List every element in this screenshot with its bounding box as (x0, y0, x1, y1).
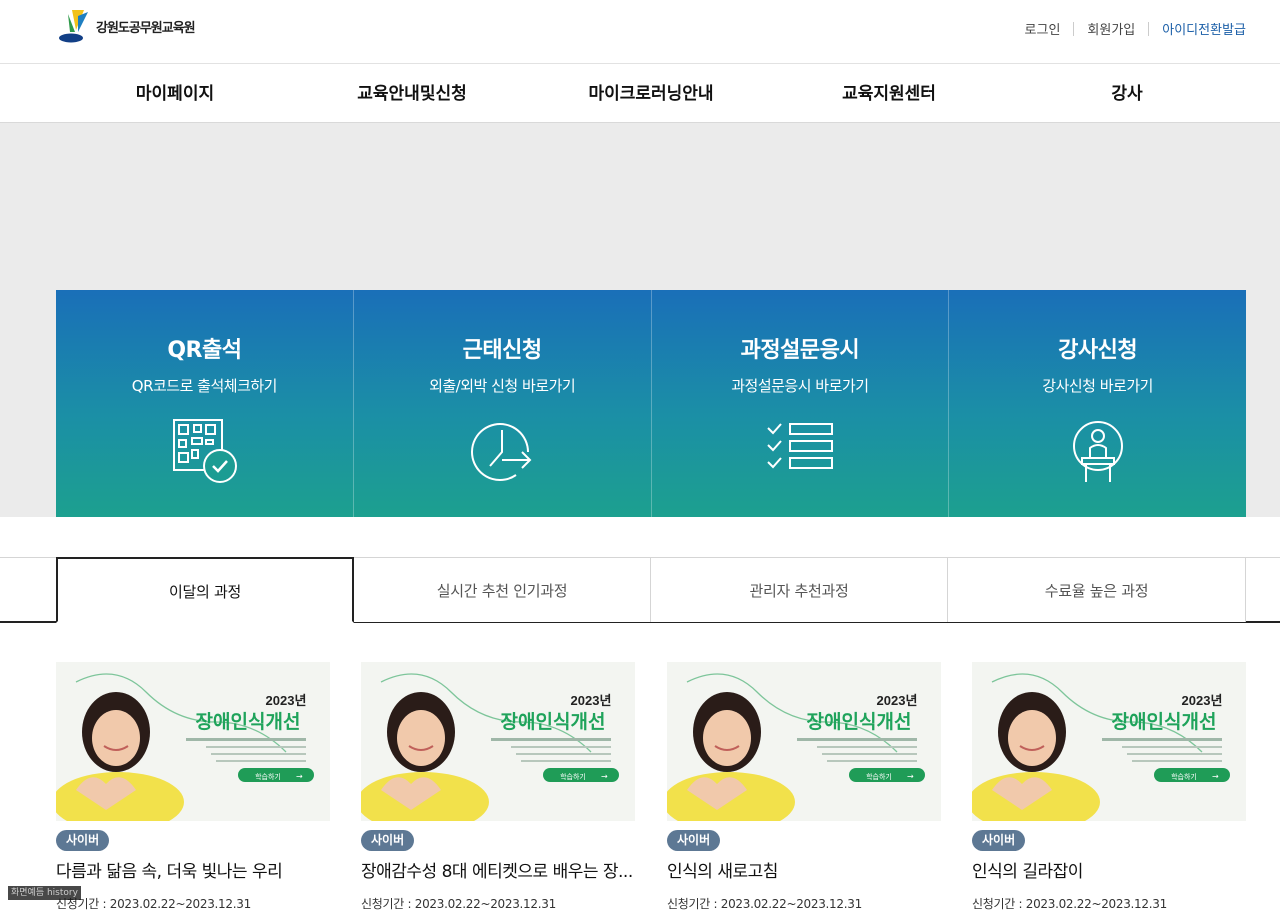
utility-links: 로그인 회원가입 아이디전환발급 (1025, 19, 1246, 38)
logo-emblem-icon (59, 10, 88, 43)
course-period: 신청기간 : 2023.02.22~2023.12.31 (972, 897, 1167, 910)
course-card[interactable]: 2023년 장애인식개선 학습하기 → 사이버 인식의 길라잡이 신청기간 : … (972, 662, 1246, 910)
course-card[interactable]: 2023년 장애인식개선 학습하기 → 사이버 장애감수성 8대 에티켓으로 배… (361, 662, 635, 910)
course-thumbnail[interactable]: 2023년 장애인식개선 학습하기 → (972, 662, 1246, 821)
signup-link[interactable]: 회원가입 (1087, 19, 1135, 38)
nav-item-education-apply[interactable]: 교육안내및신청 (357, 65, 466, 123)
nav-item-support-center[interactable]: 교육지원센터 (842, 65, 936, 123)
site-logo[interactable]: 강원도공무원교육원 (58, 8, 196, 44)
quick-item-title: QR출석 (167, 338, 242, 363)
course-thumbnail-image: 2023년 장애인식개선 학습하기 → (667, 662, 941, 821)
svg-text:→: → (601, 772, 608, 781)
course-thumbnail[interactable]: 2023년 장애인식개선 학습하기 → (361, 662, 635, 821)
quick-item-title: 과정설문응시 (740, 338, 860, 363)
quick-item-title: 근태신청 (462, 338, 542, 363)
course-title[interactable]: 다름과 닮음 속, 더욱 빛나는 우리 (56, 857, 330, 882)
quick-item-subtitle: 강사신청 바로가기 (1042, 377, 1153, 395)
svg-text:학습하기: 학습하기 (560, 772, 586, 781)
main-navigation: 마이페이지 교육안내및신청 마이크로러닝안내 교육지원센터 강사 (0, 65, 1280, 123)
course-card[interactable]: 2023년 장애인식개선 학습하기 → 사이버 다름과 닮음 속, 더욱 빛나는… (56, 662, 330, 910)
course-type-badge: 사이버 (972, 830, 1026, 851)
qr-check-icon (173, 419, 238, 483)
tab-admin-recommended[interactable]: 관리자 추천과정 (651, 558, 948, 622)
course-title[interactable]: 인식의 길라잡이 (972, 857, 1246, 882)
svg-text:→: → (1212, 772, 1219, 781)
quick-item-subtitle: 과정설문응시 바로가기 (731, 377, 869, 395)
svg-text:장애인식개선: 장애인식개선 (807, 711, 912, 733)
svg-text:2023년: 2023년 (571, 693, 612, 708)
course-thumbnail-image: 2023년 장애인식개선 학습하기 → (972, 662, 1246, 821)
quick-item-subtitle: 외출/외박 신청 바로가기 (429, 377, 576, 395)
course-type-badge: 사이버 (667, 830, 721, 851)
svg-text:학습하기: 학습하기 (866, 772, 892, 781)
course-thumbnail-image: 2023년 장애인식개선 학습하기 → (361, 662, 635, 821)
svg-text:장애인식개선: 장애인식개선 (501, 711, 606, 733)
tab-high-completion[interactable]: 수료율 높은 과정 (948, 558, 1246, 622)
divider (1148, 21, 1150, 36)
svg-text:학습하기: 학습하기 (1171, 772, 1197, 781)
clock-arrow-icon (471, 423, 532, 482)
nav-item-lecturer[interactable]: 강사 (1111, 65, 1142, 123)
svg-text:장애인식개선: 장애인식개선 (1112, 711, 1217, 733)
tab-monthly-courses[interactable]: 이달의 과정 (56, 557, 354, 623)
course-type-badge: 사이버 (361, 830, 415, 851)
quick-item-qr-attendance[interactable]: QR출석 QR코드로 출석체크하기 (56, 290, 354, 517)
nav-item-mypage[interactable]: 마이페이지 (136, 65, 214, 123)
course-title[interactable]: 인식의 새로고침 (667, 857, 941, 882)
svg-text:2023년: 2023년 (1182, 693, 1223, 708)
id-conversion-link[interactable]: 아이디전환발급 (1162, 19, 1246, 38)
svg-text:2023년: 2023년 (877, 693, 918, 708)
course-type-badge: 사이버 (56, 830, 110, 851)
svg-text:2023년: 2023년 (266, 693, 307, 708)
quick-item-lecturer-apply[interactable]: 강사신청 강사신청 바로가기 (949, 290, 1246, 517)
logo-text: 강원도공무원교육원 (96, 20, 196, 36)
course-thumbnail[interactable]: 2023년 장애인식개선 학습하기 → (56, 662, 330, 821)
course-period: 신청기간 : 2023.02.22~2023.12.31 (667, 897, 862, 910)
svg-text:→: → (296, 772, 303, 781)
top-header: 강원도공무원교육원 로그인 회원가입 아이디전환발급 (0, 0, 1280, 64)
login-link[interactable]: 로그인 (1025, 19, 1061, 38)
svg-text:→: → (907, 772, 914, 781)
lecturer-podium-icon (1072, 421, 1123, 482)
checklist-icon (767, 423, 833, 469)
history-overlay: 화면예듬 history (8, 886, 81, 900)
tab-realtime-popular[interactable]: 실시간 추천 인기과정 (354, 558, 651, 622)
svg-text:학습하기: 학습하기 (255, 772, 281, 781)
quick-item-title: 강사신청 (1058, 338, 1138, 363)
course-title[interactable]: 장애감수성 8대 에티켓으로 배우는 장... (361, 857, 635, 882)
svg-text:장애인식개선: 장애인식개선 (196, 711, 301, 733)
quick-item-attendance-request[interactable]: 근태신청 외출/외박 신청 바로가기 (354, 290, 652, 517)
quick-menu: QR출석 QR코드로 출석체크하기 근태신청 외출/외박 신청 바로가기 과정설… (56, 290, 1246, 517)
course-period: 신청기간 : 2023.02.22~2023.12.31 (361, 897, 556, 910)
course-period: 신청기간 : 2023.02.22~2023.12.31 (56, 897, 251, 910)
quick-item-course-survey[interactable]: 과정설문응시 과정설문응시 바로가기 (652, 290, 950, 517)
course-card[interactable]: 2023년 장애인식개선 학습하기 → 사이버 인식의 새로고침 신청기간 : … (667, 662, 941, 910)
quick-item-subtitle: QR코드로 출석체크하기 (131, 377, 278, 395)
course-thumbnail-image: 2023년 장애인식개선 학습하기 → (56, 662, 330, 821)
course-thumbnail[interactable]: 2023년 장애인식개선 학습하기 → (667, 662, 941, 821)
divider (1073, 21, 1075, 36)
nav-item-microlearning[interactable]: 마이크로러닝안내 (588, 65, 713, 123)
